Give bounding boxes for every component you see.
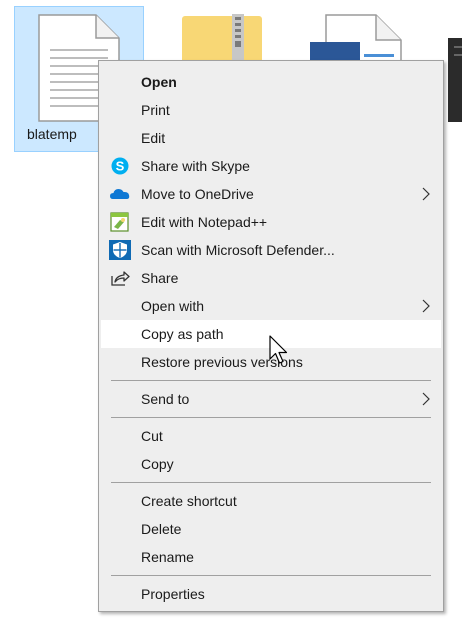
menu-separator (111, 380, 431, 381)
menu-item-label: Copy as path (141, 326, 224, 342)
menu-item-delete[interactable]: Delete (101, 515, 441, 543)
menu-item-scan-with-defender[interactable]: Scan with Microsoft Defender... (101, 236, 441, 264)
menu-separator (111, 417, 431, 418)
menu-item-label: Send to (141, 391, 190, 407)
menu-item-label: Share with Skype (141, 158, 250, 174)
chevron-right-icon (422, 187, 430, 201)
menu-separator (111, 575, 431, 576)
svg-text:S: S (116, 159, 125, 174)
notepad-plus-plus-icon (110, 212, 129, 232)
menu-item-label: Open with (141, 298, 205, 314)
menu-item-label: Move to OneDrive (141, 186, 254, 202)
onedrive-icon (110, 189, 130, 199)
menu-item-share[interactable]: Share (101, 264, 441, 292)
menu-item-copy[interactable]: Copy (101, 450, 441, 478)
menu-item-move-to-onedrive[interactable]: Move to OneDrive (101, 180, 441, 208)
share-icon (111, 271, 130, 286)
menu-item-label: Edit with Notepad++ (141, 214, 268, 230)
chevron-right-icon (422, 299, 430, 313)
menu-item-label: Edit (141, 130, 166, 146)
menu-item-label: Scan with Microsoft Defender... (141, 242, 335, 258)
menu-item-label: Print (141, 102, 170, 118)
menu-item-open-with[interactable]: Open with (101, 292, 441, 320)
menu-item-label: Copy (141, 456, 174, 472)
word-document-icon[interactable] (310, 14, 402, 64)
menu-item-label: Delete (141, 521, 182, 537)
partial-file-icon[interactable] (448, 38, 462, 122)
menu-item-label: Rename (141, 549, 194, 565)
menu-item-rename[interactable]: Rename (101, 543, 441, 571)
menu-item-edit-with-notepad[interactable]: Edit with Notepad++ (101, 208, 441, 236)
zip-folder-icon[interactable] (182, 14, 262, 64)
menu-item-label: Open (141, 74, 177, 90)
defender-shield-icon (109, 240, 131, 260)
menu-item-open[interactable]: Open (101, 68, 441, 96)
menu-item-properties[interactable]: Properties (101, 580, 441, 608)
skype-icon: S (111, 157, 129, 175)
menu-separator (111, 482, 431, 483)
menu-item-label: Properties (141, 586, 205, 602)
menu-item-label: Cut (141, 428, 163, 444)
menu-item-label: Share (141, 270, 179, 286)
menu-item-cut[interactable]: Cut (101, 422, 441, 450)
menu-item-label: Create shortcut (141, 493, 237, 509)
menu-item-create-shortcut[interactable]: Create shortcut (101, 487, 441, 515)
menu-item-edit[interactable]: Edit (101, 124, 441, 152)
file-name-label[interactable]: blatemp (27, 126, 77, 142)
menu-item-send-to[interactable]: Send to (101, 385, 441, 413)
mouse-cursor-icon (269, 335, 288, 364)
chevron-right-icon (422, 392, 430, 406)
menu-item-print[interactable]: Print (101, 96, 441, 124)
menu-item-share-with-skype[interactable]: S Share with Skype (101, 152, 441, 180)
